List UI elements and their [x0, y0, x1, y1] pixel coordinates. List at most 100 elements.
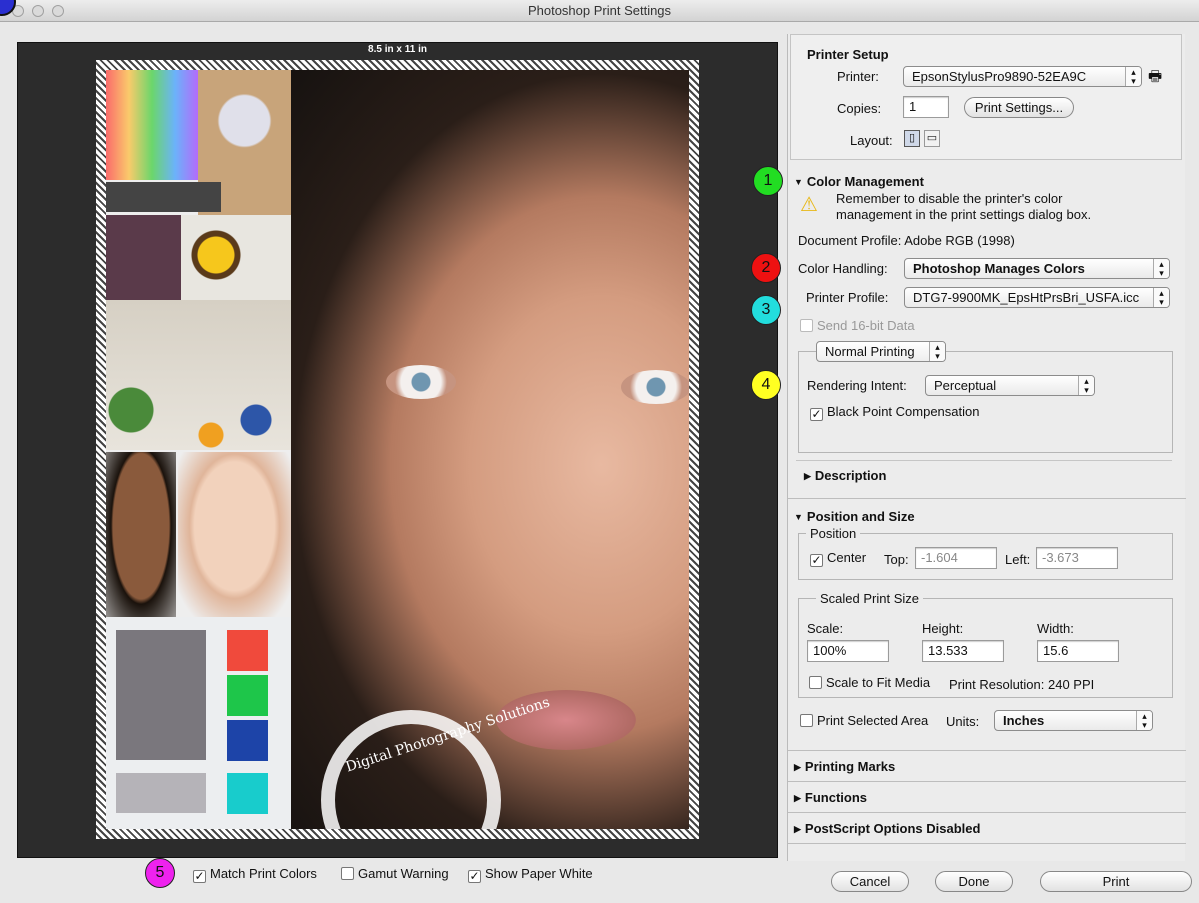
scale-field[interactable]: 100%: [807, 640, 889, 662]
green-patch: [227, 675, 268, 716]
updown-arrow-icon: ▴ ▾: [929, 342, 945, 361]
divider: [796, 460, 1172, 461]
checkbox-checked-icon: ✓: [810, 407, 823, 421]
description-title: Description: [814, 468, 887, 483]
cancel-button[interactable]: Cancel: [831, 871, 909, 892]
gamut-warning-label: Gamut Warning: [358, 866, 449, 881]
printer-select[interactable]: EpsonStylusPro9890-52EA9C ▴ ▾: [903, 66, 1142, 87]
updown-arrow-icon: ▴ ▾: [1078, 376, 1094, 395]
color-management-title: Color Management: [806, 174, 924, 189]
scaled-print-size-label: Scaled Print Size: [816, 591, 923, 606]
red-patch: [227, 630, 268, 671]
black-point-compensation-checkbox[interactable]: ✓ Black Point Compensation: [810, 404, 979, 421]
position-size-title: Position and Size: [806, 509, 915, 524]
checkbox-unchecked-icon: [809, 676, 822, 689]
annotation-marker-1: 1: [753, 166, 783, 196]
checkbox-checked-icon: ✓: [468, 869, 481, 883]
layout-label: Layout:: [850, 133, 893, 148]
units-select[interactable]: Inches ▴ ▾: [994, 710, 1153, 731]
annotation-marker-4: 4: [751, 370, 781, 400]
width-field[interactable]: 15.6: [1037, 640, 1119, 662]
description-heading[interactable]: ▶ Description: [804, 468, 886, 483]
functions-heading[interactable]: ▶ Functions: [794, 790, 867, 805]
portrait-layout-icon[interactable]: ▯: [904, 130, 920, 147]
print-resolution-text: Print Resolution: 240 PPI: [949, 677, 1095, 692]
annotation-marker-3: 3: [751, 295, 781, 325]
printer-profile-select[interactable]: DTG7-9900MK_EpsHtPrsBri_USFA.icc ▴ ▾: [904, 287, 1170, 308]
disclosure-closed-icon: ▶: [804, 471, 811, 481]
settings-panel: Printer Setup Printer: EpsonStylusPro989…: [787, 34, 1186, 861]
rendering-intent-value: Perceptual: [934, 378, 997, 393]
position-size-heading[interactable]: ▼ Position and Size: [794, 509, 915, 524]
printer-value: EpsonStylusPro9890-52EA9C: [912, 69, 1087, 84]
scale-label: Scale:: [807, 621, 844, 636]
match-print-colors-checkbox[interactable]: ✓ Match Print Colors: [193, 866, 317, 883]
annotation-marker-2: 2: [751, 253, 781, 283]
height-field[interactable]: 13.533: [922, 640, 1004, 662]
rendering-intent-select[interactable]: Perceptual ▴ ▾: [925, 375, 1095, 396]
send-16bit-checkbox[interactable]: Send 16-bit Data: [800, 318, 915, 333]
show-paper-white-label: Show Paper White: [485, 866, 593, 881]
grayscale-strip: [106, 182, 221, 212]
updown-arrow-icon: ▴ ▾: [1136, 711, 1152, 730]
height-label: Height:: [922, 621, 964, 636]
position-size-section: ▼ Position and Size Position ✓ Center Top:…: [788, 502, 1186, 751]
print-selected-area-checkbox[interactable]: Print Selected Area: [800, 713, 928, 728]
disclosure-closed-icon: ▶: [794, 793, 801, 803]
disclosure-closed-icon: ▶: [794, 824, 801, 834]
checkbox-checked-icon: ✓: [810, 553, 823, 567]
functions-section: ▶ Functions: [788, 782, 1186, 813]
rendering-intent-label: Rendering Intent:: [807, 378, 907, 393]
minimize-window-button[interactable]: [32, 5, 44, 17]
checkbox-unchecked-icon: [800, 714, 813, 727]
baby-portrait-1: [106, 452, 176, 617]
color-handling-label: Color Handling:: [798, 261, 888, 276]
functions-title: Functions: [804, 790, 868, 805]
color-management-heading[interactable]: ▼ Color Management: [794, 174, 924, 189]
title-bar: Photoshop Print Settings: [0, 0, 1199, 22]
preview-image[interactable]: Digital Photography Solutions: [106, 70, 689, 829]
printer-setup-heading: Printer Setup: [807, 47, 889, 62]
gamut-warning-checkbox[interactable]: Gamut Warning: [341, 866, 449, 881]
printing-mode-group: [798, 351, 1173, 453]
left-field[interactable]: -3.673: [1036, 547, 1118, 569]
color-management-section: ▼ Color Management ⚠ Remember to disable …: [788, 170, 1186, 499]
printing-marks-title: Printing Marks: [804, 759, 896, 774]
copies-field[interactable]: 1: [903, 96, 949, 118]
show-paper-white-checkbox[interactable]: ✓ Show Paper White: [468, 866, 593, 883]
zoom-window-button[interactable]: [52, 5, 64, 17]
paper-size-label: 8.5 in x 11 in: [368, 44, 427, 55]
postscript-section: ▶ PostScript Options Disabled: [788, 813, 1186, 844]
printer-profile-label: Printer Profile:: [806, 290, 889, 305]
color-handling-select[interactable]: Photoshop Manages Colors ▴ ▾: [904, 258, 1170, 279]
baby-portrait-2: [178, 452, 291, 617]
copies-label: Copies:: [837, 101, 882, 116]
disclosure-open-icon: ▼: [794, 512, 803, 522]
checkbox-unchecked-icon: [341, 867, 354, 880]
checkbox-unchecked-icon: [800, 319, 813, 332]
printer-label: Printer:: [837, 69, 879, 84]
postscript-title: PostScript Options Disabled: [804, 821, 981, 836]
blue-patch: [227, 720, 268, 761]
color-warning-text: Remember to disable the printer's color …: [836, 191, 1092, 222]
top-field[interactable]: -1.604: [915, 547, 997, 569]
disclosure-open-icon: ▼: [794, 177, 803, 187]
done-button[interactable]: Done: [935, 871, 1013, 892]
printer-add-icon[interactable]: 🖶: [1148, 66, 1162, 91]
print-button[interactable]: Print: [1040, 871, 1192, 892]
still-life-image: [106, 300, 291, 450]
center-label: Center: [827, 550, 867, 565]
print-settings-button[interactable]: Print Settings...: [964, 97, 1074, 118]
annotation-marker-5: 5: [145, 858, 175, 888]
paper-sheet: Digital Photography Solutions: [96, 60, 699, 839]
printing-mode-value: Normal Printing: [825, 344, 915, 359]
print-preview: 8.5 in x 11 in Digital Photography Solut…: [17, 42, 778, 858]
printing-mode-select[interactable]: Normal Printing ▴ ▾: [816, 341, 946, 362]
printing-marks-heading[interactable]: ▶ Printing Marks: [794, 759, 895, 774]
center-checkbox[interactable]: ✓ Center: [810, 550, 866, 567]
eye-left: [386, 365, 456, 399]
scale-to-fit-checkbox[interactable]: Scale to Fit Media: [809, 675, 930, 690]
postscript-heading[interactable]: ▶ PostScript Options Disabled: [794, 821, 980, 836]
landscape-layout-icon[interactable]: ▭: [924, 130, 940, 147]
disclosure-closed-icon: ▶: [794, 762, 801, 772]
